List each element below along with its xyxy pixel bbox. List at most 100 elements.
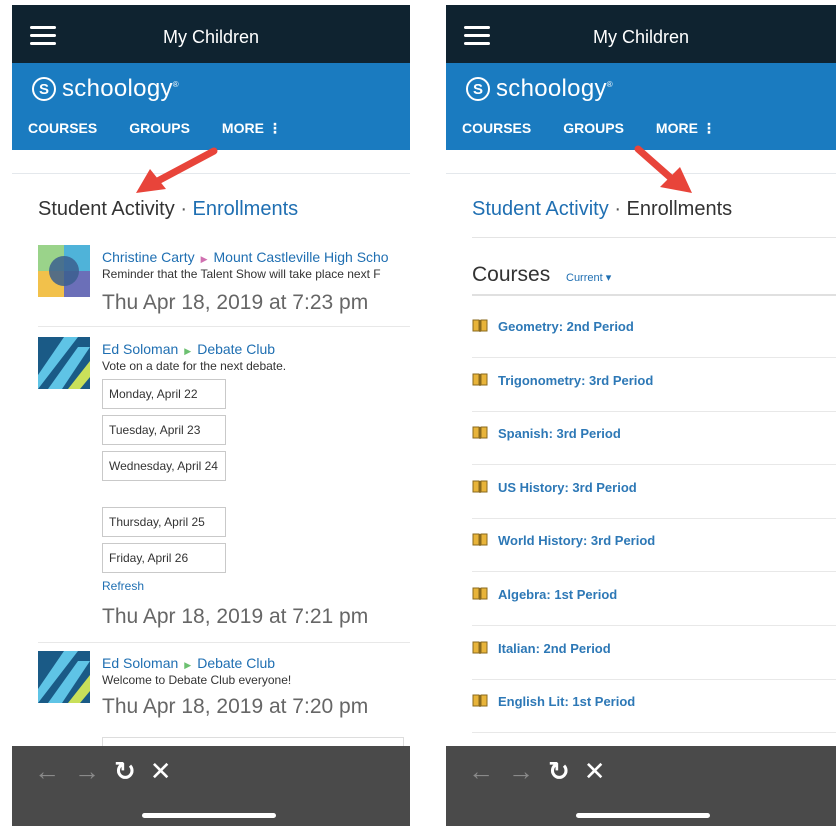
reload-icon[interactable]: ↻ xyxy=(548,756,570,787)
caret-down-icon: ▾ xyxy=(605,272,612,284)
page-title: My Children xyxy=(162,27,260,47)
refresh-link[interactable]: Refresh xyxy=(102,579,144,593)
course-book-icon xyxy=(472,373,488,387)
home-indicator[interactable] xyxy=(576,813,710,818)
top-nav: COURSES GROUPS MORE ⋮ xyxy=(28,120,314,137)
red-arrow-icon xyxy=(634,145,692,193)
nav-more[interactable]: MORE ⋮ xyxy=(656,120,716,137)
author-link[interactable]: Ed Soloman xyxy=(102,655,178,671)
course-row[interactable]: US History: 3rd Period xyxy=(472,464,836,519)
nav-groups[interactable]: GROUPS xyxy=(129,120,190,137)
group-link[interactable]: Debate Club xyxy=(197,655,275,671)
nav-courses[interactable]: COURSES xyxy=(462,120,531,137)
forward-arrow-icon[interactable]: → xyxy=(74,756,100,787)
page-title: My Children xyxy=(592,27,690,47)
poll-option[interactable]: Monday, April 22 xyxy=(102,379,226,409)
course-book-icon xyxy=(472,480,488,494)
course-link[interactable]: Spanish: 3rd Period xyxy=(498,426,621,441)
course-row[interactable]: English Lit: 1st Period xyxy=(472,678,836,734)
post-timestamp: Thu Apr 18, 2019 at 7:21 pm xyxy=(102,605,369,628)
brand-bar: S schoology® COURSES GROUPS MORE ⋮ xyxy=(446,63,836,150)
group-link[interactable]: Mount Castleville High Scho xyxy=(214,249,389,265)
brand-bar: S schoology® COURSES GROUPS MORE ⋮ xyxy=(12,63,410,150)
course-row[interactable]: World History: 3rd Period xyxy=(472,517,836,573)
post-text: Vote on a date for the next debate. xyxy=(102,359,287,373)
course-book-icon xyxy=(472,641,488,655)
avatar[interactable] xyxy=(38,337,90,389)
browser-bottom-bar: ← → ↻ ✕ xyxy=(446,746,836,826)
post-timestamp: Thu Apr 18, 2019 at 7:20 pm xyxy=(102,695,369,718)
post-meta: Ed Soloman ▶ Debate Club xyxy=(102,655,276,671)
avatar[interactable] xyxy=(38,245,90,297)
more-dots-icon: ⋮ xyxy=(267,120,282,136)
home-indicator[interactable] xyxy=(142,813,276,818)
poll-option[interactable]: Tuesday, April 23 xyxy=(102,415,226,445)
course-book-icon xyxy=(472,426,488,440)
course-link[interactable]: World History: 3rd Period xyxy=(498,533,655,548)
course-row[interactable]: Spanish: 3rd Period xyxy=(472,410,836,466)
author-link[interactable]: Ed Soloman xyxy=(102,341,178,357)
tab-student-activity[interactable]: Student Activity xyxy=(38,198,175,220)
tab-student-activity[interactable]: Student Activity xyxy=(472,198,609,220)
forward-arrow-icon[interactable]: → xyxy=(508,756,534,787)
reload-icon[interactable]: ↻ xyxy=(114,756,136,787)
post-meta: Ed Soloman ▶ Debate Club xyxy=(102,341,276,357)
course-row[interactable]: Italian: 2nd Period xyxy=(472,625,836,680)
course-row[interactable]: Algebra: 1st Period xyxy=(472,571,836,626)
divider xyxy=(38,642,410,643)
phone-screen-enrollments: My Children S schoology® COURSES GROUPS … xyxy=(446,5,836,826)
poll-option[interactable]: Wednesday, April 24 xyxy=(102,451,226,481)
divider xyxy=(472,237,836,238)
app-header: My Children xyxy=(446,5,836,63)
nav-more[interactable]: MORE ⋮ xyxy=(222,120,282,137)
author-link[interactable]: Christine Carty xyxy=(102,249,195,265)
tab-enrollments[interactable]: Enrollments xyxy=(627,198,733,220)
schoology-logo[interactable]: S schoology® xyxy=(32,75,179,103)
course-link[interactable]: English Lit: 1st Period xyxy=(498,694,635,709)
divider xyxy=(472,294,836,296)
courses-heading: Courses xyxy=(472,263,551,286)
course-book-icon xyxy=(472,533,488,547)
post-meta: Christine Carty ▶ Mount Castleville High S… xyxy=(102,249,389,265)
post-text: Reminder that the Talent Show will take … xyxy=(102,267,381,281)
back-arrow-icon[interactable]: ← xyxy=(468,756,494,787)
poll-option[interactable]: Friday, April 26 xyxy=(102,543,226,573)
divider xyxy=(38,326,410,327)
activity-tabs: Student Activity · Enrollments xyxy=(472,198,733,220)
course-book-icon xyxy=(472,319,488,333)
nav-groups[interactable]: GROUPS xyxy=(563,120,624,137)
activity-tabs: Student Activity · Enrollments xyxy=(38,198,299,220)
more-dots-icon: ⋮ xyxy=(701,120,716,136)
course-link[interactable]: Geometry: 2nd Period xyxy=(498,319,634,334)
course-link[interactable]: US History: 3rd Period xyxy=(498,480,637,495)
feed-item: Ed Soloman ▶ Debate Club Vote on a date fo… xyxy=(38,337,410,637)
logo-text: schoology® xyxy=(62,75,179,102)
phone-screen-student-activity: My Children S schoology® COURSES GROUPS … xyxy=(12,5,410,826)
feed-item: Ed Soloman ▶ Debate Club Welcome to Debate… xyxy=(38,651,410,741)
back-arrow-icon[interactable]: ← xyxy=(34,756,60,787)
app-header: My Children xyxy=(12,5,410,63)
course-link[interactable]: Italian: 2nd Period xyxy=(498,641,611,656)
logo-text: schoology® xyxy=(496,75,613,102)
logo-mark-icon: S xyxy=(32,77,56,101)
tab-enrollments[interactable]: Enrollments xyxy=(193,198,299,220)
avatar[interactable] xyxy=(38,651,90,703)
close-icon[interactable]: ✕ xyxy=(584,756,606,787)
courses-filter-dropdown[interactable]: Current ▾ xyxy=(566,271,611,284)
course-book-icon xyxy=(472,694,488,708)
course-link[interactable]: Algebra: 1st Period xyxy=(498,587,617,602)
course-row[interactable]: Trigonometry: 3rd Period xyxy=(472,357,836,412)
top-nav: COURSES GROUPS MORE ⋮ xyxy=(462,120,748,137)
group-link[interactable]: Debate Club xyxy=(197,341,275,357)
logo-mark-icon: S xyxy=(466,77,490,101)
nav-courses[interactable]: COURSES xyxy=(28,120,97,137)
poll-option[interactable]: Thursday, April 25 xyxy=(102,507,226,537)
schoology-logo[interactable]: S schoology® xyxy=(466,75,613,103)
course-link[interactable]: Trigonometry: 3rd Period xyxy=(498,373,653,388)
course-book-icon xyxy=(472,587,488,601)
course-row[interactable]: Geometry: 2nd Period xyxy=(472,303,836,358)
post-text: Welcome to Debate Club everyone! xyxy=(102,673,292,687)
post-timestamp: Thu Apr 18, 2019 at 7:23 pm xyxy=(102,291,369,314)
feed-item: Christine Carty ▶ Mount Castleville High S… xyxy=(38,245,410,325)
close-icon[interactable]: ✕ xyxy=(150,756,172,787)
